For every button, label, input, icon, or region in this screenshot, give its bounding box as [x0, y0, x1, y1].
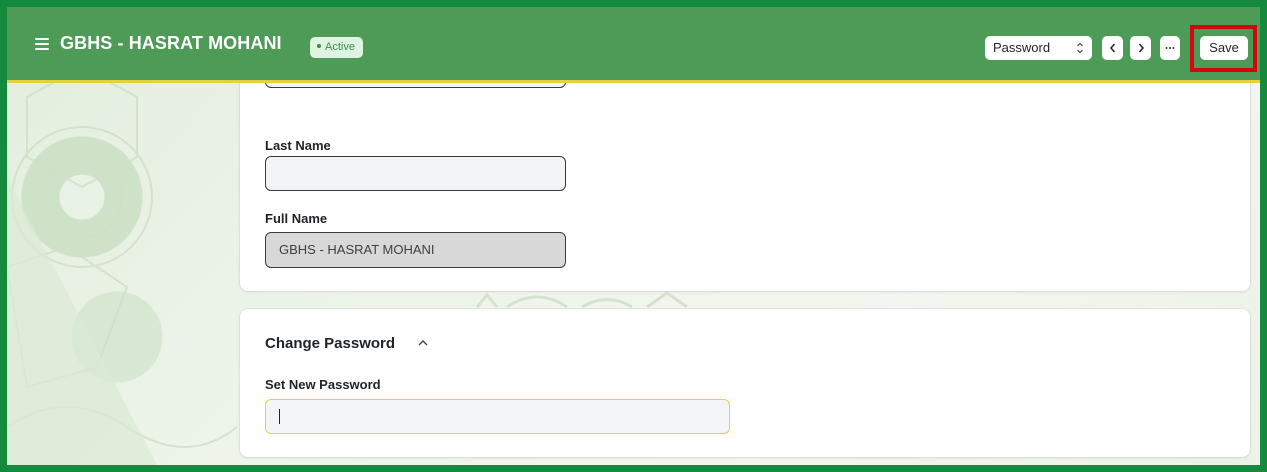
change-password-heading[interactable]: Change Password	[265, 335, 395, 352]
set-new-password-label: Set New Password	[265, 377, 381, 392]
status-dot-icon	[317, 44, 321, 49]
new-password-input[interactable]	[265, 399, 730, 434]
sort-caret-icon	[1076, 36, 1084, 70]
page-header: GBHS - HASRAT MOHANI Active Password Sav…	[7, 7, 1260, 83]
last-name-label: Last Name	[265, 138, 331, 153]
full-name-label: Full Name	[265, 211, 328, 226]
personal-details-card: Last Name Full Name GBHS - HASRAT MOHANI	[240, 58, 1250, 291]
ellipsis-icon	[1165, 47, 1175, 49]
status-text: Active	[325, 41, 355, 53]
next-record-button[interactable]	[1130, 36, 1151, 60]
last-name-field[interactable]	[265, 156, 566, 191]
app-window: Last Name Full Name GBHS - HASRAT MOHANI…	[0, 0, 1267, 472]
change-password-card: Change Password Set New Password	[240, 309, 1250, 457]
save-button-highlight	[1190, 25, 1257, 72]
text-cursor	[279, 409, 280, 425]
hamburger-icon[interactable]	[35, 38, 49, 50]
password-select-value: Password	[993, 40, 1051, 55]
more-actions-button[interactable]	[1160, 36, 1180, 60]
previous-record-button[interactable]	[1102, 36, 1123, 60]
page-title: GBHS - HASRAT MOHANI	[60, 33, 282, 53]
status-badge: Active	[310, 37, 363, 58]
full-name-field: GBHS - HASRAT MOHANI	[265, 232, 566, 268]
chevron-left-icon	[1109, 43, 1115, 53]
chevron-up-icon[interactable]	[417, 338, 429, 351]
chevron-right-icon	[1138, 43, 1144, 53]
password-select[interactable]: Password	[985, 36, 1092, 60]
